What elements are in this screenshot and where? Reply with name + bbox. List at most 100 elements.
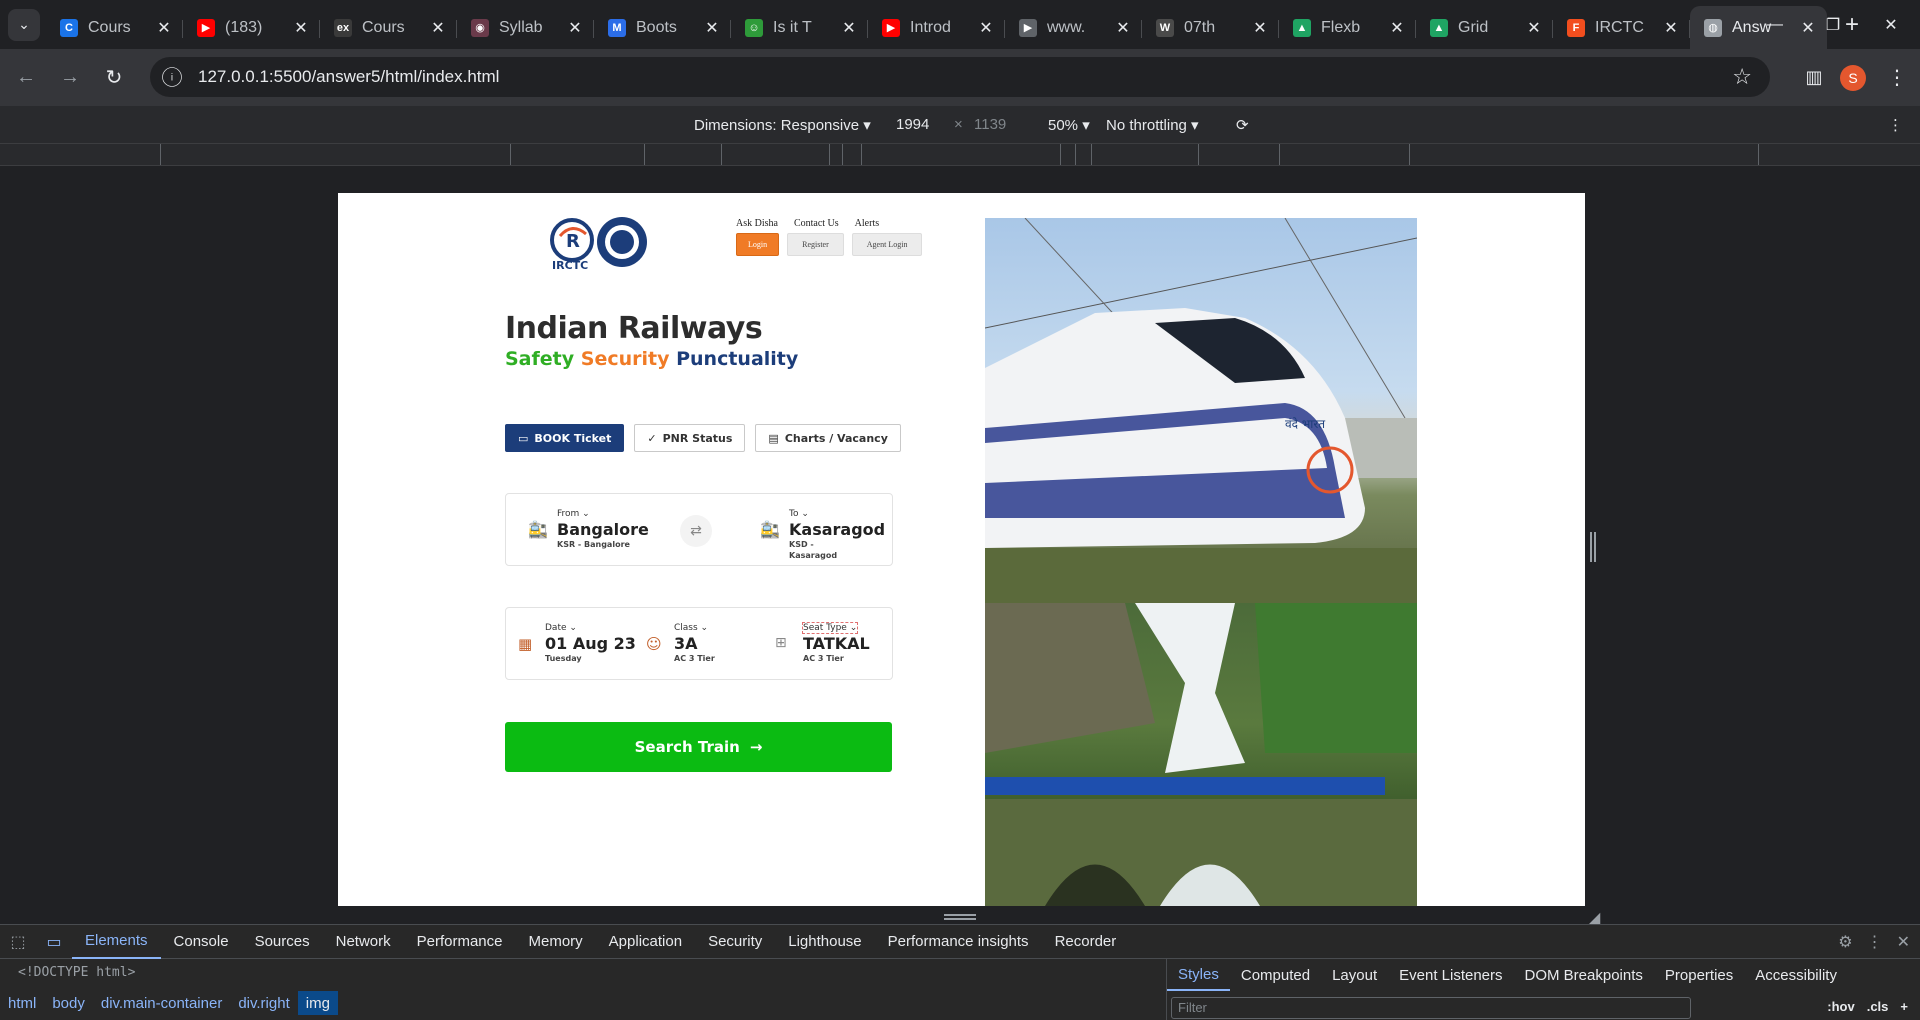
tab-close-icon[interactable]: ✕ — [840, 18, 858, 38]
devtools-tab[interactable]: Security — [695, 925, 775, 959]
agent-login-button[interactable]: Agent Login — [851, 233, 923, 256]
height-input[interactable]: 1139 — [974, 116, 1006, 133]
tab-close-icon[interactable]: ✕ — [566, 18, 584, 38]
tab-close-icon[interactable]: ✕ — [1525, 18, 1543, 38]
device-more-icon[interactable]: ⋮ — [1888, 116, 1903, 134]
devtools-tab[interactable]: Elements — [72, 925, 161, 959]
tab-close-icon[interactable]: ✕ — [703, 18, 721, 38]
tab-close-icon[interactable]: ✕ — [292, 18, 310, 38]
browser-tab[interactable]: ☺ Is it T ✕ — [731, 10, 868, 46]
swap-stations-button[interactable]: ⇄ — [680, 515, 712, 547]
breadcrumb-item[interactable]: div.main-container — [93, 991, 230, 1015]
browser-tab[interactable]: ◉ Syllab ✕ — [457, 10, 594, 46]
class-dropdown[interactable]: Class ⌄ — [674, 623, 708, 633]
tab-close-icon[interactable]: ✕ — [1662, 18, 1680, 38]
devtools-tab[interactable]: Performance — [404, 925, 516, 959]
tab-close-icon[interactable]: ✕ — [977, 18, 995, 38]
styles-subtab[interactable]: Layout — [1321, 959, 1388, 991]
charts-vacancy-button[interactable]: ▤ Charts / Vacancy — [755, 424, 901, 452]
viewport-resize-handle-right[interactable] — [1590, 532, 1596, 562]
breadcrumb-item[interactable]: img — [297, 991, 338, 1015]
close-window-button[interactable]: ✕ — [1862, 0, 1920, 49]
url-text[interactable]: 127.0.0.1:5500/answer5/html/index.html — [198, 67, 499, 87]
search-train-button[interactable]: Search Train → — [505, 722, 892, 772]
seat-type-value[interactable]: TATKAL — [803, 634, 870, 653]
dimensions-select[interactable]: Dimensions: Responsive ▾ — [694, 116, 871, 134]
address-bar[interactable]: i 127.0.0.1:5500/answer5/html/index.html… — [150, 57, 1770, 97]
tab-close-icon[interactable]: ✕ — [155, 18, 173, 38]
styles-subtab[interactable]: Properties — [1654, 959, 1744, 991]
date-value[interactable]: 01 Aug 23 — [545, 634, 636, 653]
more-menu-icon[interactable]: ⋮ — [1882, 65, 1912, 90]
browser-tab[interactable]: ex Cours ✕ — [320, 10, 457, 46]
styles-filter-input[interactable]: Filter — [1171, 997, 1691, 1019]
settings-gear-icon[interactable]: ⚙ — [1838, 932, 1852, 952]
minimize-button[interactable]: — — [1746, 0, 1804, 49]
site-info-icon[interactable]: i — [162, 67, 182, 87]
devtools-more-icon[interactable]: ⋮ — [1867, 932, 1883, 952]
pnr-status-button[interactable]: ✓ PNR Status — [634, 424, 746, 452]
styles-subtab[interactable]: Accessibility — [1744, 959, 1848, 991]
browser-tab[interactable]: ▶ Introd ✕ — [868, 10, 1005, 46]
top-nav-link[interactable]: Alerts — [855, 218, 879, 229]
rotate-icon[interactable]: ⟳ — [1236, 116, 1249, 134]
styles-subtab[interactable]: Event Listeners — [1388, 959, 1513, 991]
devtools-tab[interactable]: Recorder — [1042, 925, 1130, 959]
devtools-tab[interactable]: Sources — [242, 925, 323, 959]
browser-tab[interactable]: W 07th ✕ — [1142, 10, 1279, 46]
side-panel-icon[interactable]: ▥ — [1796, 67, 1832, 88]
tab-search-button[interactable]: ⌄ — [8, 8, 40, 41]
close-devtools-icon[interactable]: ✕ — [1897, 932, 1910, 952]
device-toggle-icon[interactable]: ▭ — [36, 925, 72, 959]
viewport-resize-handle-bottom[interactable] — [944, 914, 976, 920]
browser-tab[interactable]: C Cours ✕ — [46, 10, 183, 46]
top-nav-link[interactable]: Ask Disha — [736, 218, 778, 229]
inspect-element-icon[interactable]: ⬚ — [0, 925, 36, 959]
register-button[interactable]: Register — [787, 233, 844, 256]
tab-close-icon[interactable]: ✕ — [1388, 18, 1406, 38]
browser-tab[interactable]: ▲ Flexb ✕ — [1279, 10, 1416, 46]
styles-subtab[interactable]: Styles — [1167, 959, 1230, 991]
tab-close-icon[interactable]: ✕ — [429, 18, 447, 38]
from-dropdown[interactable]: From ⌄ — [557, 509, 590, 519]
breadcrumb-item[interactable]: html — [0, 991, 44, 1015]
devtools-tab[interactable]: Memory — [516, 925, 596, 959]
browser-tab[interactable]: ▶ (183) ✕ — [183, 10, 320, 46]
breadcrumb-item[interactable]: body — [44, 991, 93, 1015]
tab-close-icon[interactable]: ✕ — [1251, 18, 1269, 38]
seat-type-dropdown[interactable]: Seat Type ⌄ — [801, 622, 859, 634]
new-rule-icon[interactable]: + — [1900, 999, 1908, 1014]
reload-button[interactable]: ↻ — [96, 60, 132, 96]
browser-tab[interactable]: M Boots ✕ — [594, 10, 731, 46]
browser-tab[interactable]: F IRCTC ✕ — [1553, 10, 1690, 46]
styles-subtab[interactable]: Computed — [1230, 959, 1321, 991]
throttling-select[interactable]: No throttling ▾ — [1106, 116, 1199, 134]
tab-close-icon[interactable]: ✕ — [1114, 18, 1132, 38]
top-nav-link[interactable]: Contact Us — [794, 218, 839, 229]
to-dropdown[interactable]: To ⌄ — [789, 509, 809, 519]
date-dropdown[interactable]: Date ⌄ — [545, 623, 577, 633]
devtools-tab[interactable]: Application — [596, 925, 695, 959]
browser-tab[interactable]: ▶ www. ✕ — [1005, 10, 1142, 46]
from-city[interactable]: Bangalore — [557, 520, 649, 539]
to-city[interactable]: Kasaragod — [789, 520, 885, 539]
styles-subtab[interactable]: DOM Breakpoints — [1514, 959, 1654, 991]
devtools-tab[interactable]: Performance insights — [875, 925, 1042, 959]
zoom-select[interactable]: 50% ▾ — [1048, 116, 1090, 134]
login-button[interactable]: Login — [736, 233, 780, 256]
book-ticket-button[interactable]: ▭ BOOK Ticket — [505, 424, 625, 452]
devtools-tab[interactable]: Console — [161, 925, 242, 959]
bookmark-star-icon[interactable]: ☆ — [1732, 64, 1752, 90]
devtools-tab[interactable]: Lighthouse — [775, 925, 874, 959]
back-button[interactable]: ← — [8, 60, 44, 96]
breadcrumb-item[interactable]: div.right — [230, 991, 297, 1015]
class-toggle[interactable]: .cls — [1867, 999, 1889, 1014]
forward-button[interactable]: → — [52, 60, 88, 96]
profile-avatar[interactable]: S — [1840, 64, 1866, 91]
devtools-tab[interactable]: Network — [323, 925, 404, 959]
class-value[interactable]: 3A — [674, 634, 698, 653]
restore-button[interactable]: ❐ — [1804, 0, 1862, 49]
width-input[interactable]: 1994 — [896, 116, 929, 133]
browser-tab[interactable]: ▲ Grid ✕ — [1416, 10, 1553, 46]
doctype-node[interactable]: <!DOCTYPE html> — [18, 965, 135, 980]
